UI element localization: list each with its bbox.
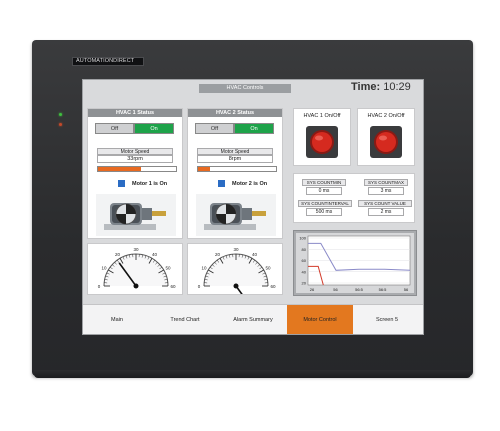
gauge-tick-label: 50 — [166, 266, 172, 271]
sys-countmin-label: SYS COUNTMIN — [302, 179, 346, 186]
trend-y-tick: 60 — [302, 258, 307, 263]
gauge-tick-label: 20 — [115, 252, 121, 257]
trend-y-tick: 20 — [302, 281, 307, 286]
nav-tab-main[interactable]: Main — [83, 305, 151, 334]
gauge-tick-label: 50 — [266, 266, 272, 271]
nav-tab-screen-5[interactable]: Screen 5 — [353, 305, 421, 334]
system-counters-panel: SYS COUNTMIN 0 ms SYS COUNTMAX 3 ms SYS … — [293, 173, 415, 223]
power-led — [59, 113, 62, 116]
hvac-2-speed-label: Motor Speed — [197, 148, 273, 155]
trend-y-tick: 40 — [302, 269, 307, 274]
hvac-2-speed-value: 8rpm — [197, 155, 273, 163]
gauge-tick-label: 10 — [201, 266, 207, 271]
hvac-2-gauge: 0 10 20 30 40 50 60 — [198, 247, 276, 294]
screen-nav-bar: Main Trend Chart Alarm Summary Motor Con… — [83, 304, 423, 334]
time-value: 10:29 — [383, 81, 411, 93]
trend-x-tick: 56:5 — [379, 287, 388, 292]
hvac-1-speed-value: 33rpm — [97, 155, 173, 163]
hvac-2-panel: HVAC 2 Status Off On Motor Speed 8rpm Mo… — [187, 108, 283, 239]
sys-countmin-value: 0 ms — [306, 187, 342, 195]
hvac-1-status-indicator — [118, 180, 125, 187]
hvac-2-pushbutton[interactable] — [369, 125, 403, 159]
gauge-tick-label: 40 — [152, 252, 158, 257]
trend-x-tick: 56 — [404, 287, 409, 292]
gauge-tick-label: 60 — [170, 284, 176, 289]
hvac-1-pushbutton-label: HVAC 1 On/Off — [303, 113, 341, 119]
hvac-1-speed-bar — [97, 166, 177, 172]
nav-tab-motor-control[interactable]: Motor Control — [287, 305, 353, 334]
trend-y-tick: 100 — [299, 236, 306, 241]
gauge-tick-label: 0 — [98, 284, 101, 289]
trend-chart: 100 80 60 40 2026 56 56:5 56:5 56 — [296, 233, 414, 293]
sys-countinterval-value: 500 ms — [306, 208, 342, 216]
status-led — [59, 123, 62, 126]
trend-x-tick: 26 — [310, 287, 315, 292]
hvac-2-pushbutton-panel: HVAC 2 On/Off — [357, 108, 415, 166]
hvac-2-status-indicator — [218, 180, 225, 187]
hvac-2-title: HVAC 2 Status — [188, 109, 282, 117]
brand-logo: AUTOMATIONDIRECT — [72, 57, 144, 66]
hvac-1-gauge: 0 10 20 30 40 50 60 — [98, 247, 176, 289]
hvac-2-off-button[interactable]: Off — [195, 123, 234, 134]
hvac-2-motor-image — [196, 194, 276, 236]
brand-text: AUTOMATIONDIRECT — [76, 58, 135, 64]
hvac-1-pushbutton[interactable] — [305, 125, 339, 159]
hvac-1-motor-image — [96, 194, 176, 236]
hvac-2-gauge-panel: 0 10 20 30 40 50 60 — [187, 243, 283, 295]
trend-y-tick: 80 — [302, 247, 307, 252]
gauge-tick-label: 0 — [198, 284, 201, 289]
trend-x-tick: 56 — [333, 287, 338, 292]
sys-countinterval-label: SYS COUNTINTERVAL — [298, 200, 352, 207]
hmi-screen: HVAC Controls Time: 10:29 HVAC 1 Status … — [82, 79, 424, 335]
nav-tab-trend-chart[interactable]: Trend Chart — [151, 305, 219, 334]
hvac-1-speed-label: Motor Speed — [97, 148, 173, 155]
device-bezel-base — [34, 370, 471, 378]
gauge-tick-label: 30 — [133, 247, 139, 252]
gauge-tick-label: 30 — [233, 247, 239, 252]
hvac-1-title: HVAC 1 Status — [88, 109, 182, 117]
hvac-1-gauge-panel: 0 10 20 30 40 50 60 — [87, 243, 183, 295]
hvac-2-status-text: Motor 2 is On — [232, 181, 268, 187]
gauge-needle — [235, 285, 243, 294]
gauge-hub — [233, 283, 239, 289]
hvac-1-status-text: Motor 1 is On — [132, 181, 168, 187]
hvac-2-speed-bar-fill — [198, 167, 210, 171]
hvac-1-pushbutton-panel: HVAC 1 On/Off — [293, 108, 351, 166]
gauge-tick-label: 10 — [101, 266, 107, 271]
hvac-1-panel: HVAC 1 Status Off On Motor Speed 33rpm M… — [87, 108, 183, 239]
clock: Time: 10:29 — [351, 81, 411, 93]
sys-countvalue-value: 2 ms — [368, 208, 404, 216]
hmi-device-photo: AUTOMATIONDIRECT HVAC Controls Time: 10:… — [0, 0, 500, 431]
nav-tab-alarm-summary[interactable]: Alarm Summary — [219, 305, 287, 334]
time-label: Time: — [351, 81, 381, 93]
sys-countmax-value: 3 ms — [368, 187, 404, 195]
trend-x-tick: 56:5 — [355, 287, 364, 292]
hvac-1-off-button[interactable]: Off — [95, 123, 134, 134]
gauge-tick-label: 60 — [270, 284, 276, 289]
gauge-tick-label: 40 — [252, 252, 258, 257]
sys-countvalue-label: SYS COUNT VALUE — [358, 200, 412, 207]
gauge-tick-label: 20 — [215, 252, 221, 257]
trend-chart-panel: 100 80 60 40 20 26 56 56:5 56:5 56 — [293, 230, 417, 296]
gauge-hub — [133, 283, 139, 289]
page-title: HVAC Controls — [199, 84, 291, 93]
hvac-2-pushbutton-label: HVAC 2 On/Off — [367, 113, 405, 119]
hvac-1-on-button[interactable]: On — [134, 123, 174, 134]
sys-countmax-label: SYS COUNTMAX — [364, 179, 408, 186]
hvac-1-speed-bar-fill — [98, 167, 141, 171]
hvac-2-speed-bar — [197, 166, 277, 172]
hvac-2-on-button[interactable]: On — [234, 123, 274, 134]
